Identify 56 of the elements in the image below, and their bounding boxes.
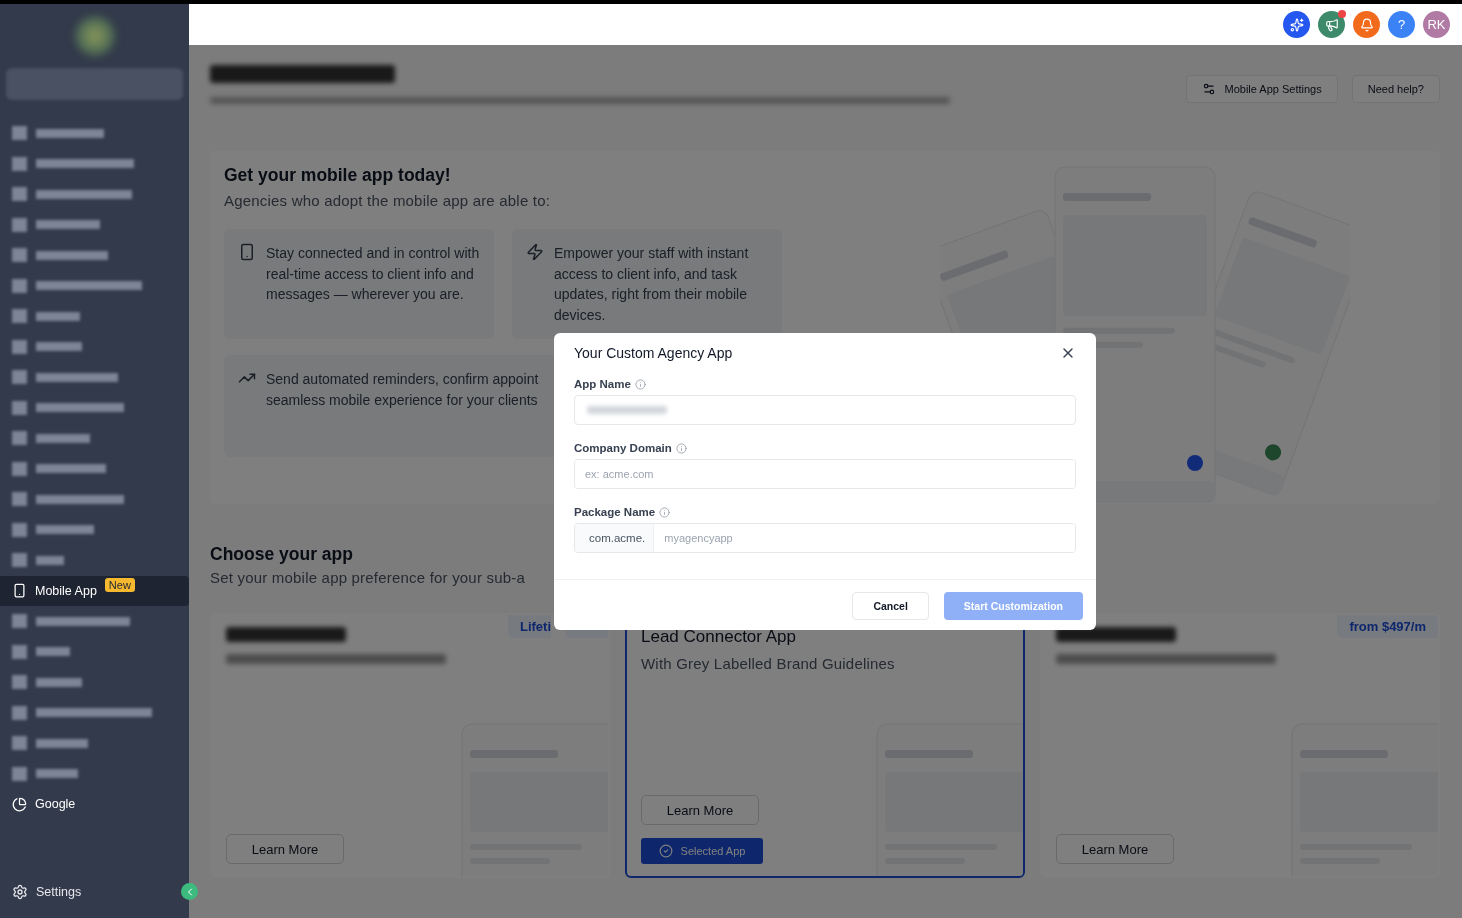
user-avatar[interactable]: RK — [1423, 11, 1450, 38]
collapse-button[interactable] — [181, 883, 198, 900]
package-name-field[interactable]: com.acme. myagencyapp — [574, 523, 1076, 553]
help-link-button[interactable]: Need help? — [1351, 75, 1440, 103]
field-label: Company Domain — [574, 442, 672, 454]
settings-link[interactable]: Settings — [12, 884, 82, 900]
feature-text: Stay connected and in control with real-time access to client info and messages — wherever you are. — [266, 244, 480, 304]
price-badge: from $497/m — [1337, 615, 1438, 638]
settings-icon — [12, 884, 28, 900]
nav-item[interactable]: Mobile App New — [0, 575, 189, 606]
sparkles-icon — [1289, 17, 1304, 32]
lightning-icon — [526, 243, 544, 261]
account-switcher[interactable] — [6, 68, 183, 100]
package-prefix: com.acme. — [575, 524, 655, 552]
help-button[interactable]: ? — [1388, 11, 1415, 38]
learn-more-button[interactable]: Learn More — [641, 795, 759, 825]
card-subtitle: With Grey Labelled Brand Guidelines — [641, 655, 896, 672]
phone-icon — [238, 243, 256, 261]
feature-text: Empower your staff with instant access to client info, and task updates, right from their mobile devices. — [554, 244, 750, 325]
new-badge: New — [104, 577, 135, 592]
notification-dot — [1338, 10, 1346, 18]
bell-icon — [1359, 17, 1374, 32]
feature-text: seamless mobile experience for your clients — [266, 390, 539, 410]
cancel-button[interactable]: Cancel — [852, 592, 929, 620]
learn-more-button[interactable]: Learn More — [226, 834, 344, 864]
mobile-app-settings-button[interactable]: Mobile App Settings — [1186, 75, 1338, 103]
nav-item[interactable]: Google — [0, 789, 189, 820]
logo-icon — [74, 16, 115, 56]
toggles-icon — [1202, 82, 1217, 96]
nav-label: Mobile App — [35, 583, 97, 598]
feature-text: Send automated reminders, confirm appoint — [266, 370, 539, 389]
pie-chart-icon — [12, 796, 27, 812]
megaphone-icon — [1324, 17, 1339, 32]
info-icon — [659, 506, 671, 518]
domain-field[interactable]: ex: acme.com — [574, 459, 1076, 489]
nav-label: Google — [35, 797, 76, 812]
notifications-button[interactable] — [1353, 11, 1380, 38]
info-icon — [634, 378, 646, 390]
section-title: Choose your app — [210, 544, 354, 565]
learn-more-button[interactable]: Learn More — [1056, 834, 1174, 864]
promo-subtitle: Agencies who adopt the mobile app are able to: — [224, 192, 552, 209]
section-subtitle: Set your mobile app preference for your sub-a — [210, 569, 526, 586]
card-title: Lead Connector App — [641, 627, 797, 647]
settings-label: Settings — [36, 885, 82, 899]
ai-button[interactable] — [1283, 11, 1310, 38]
check-circle-icon — [658, 844, 673, 858]
info-icon — [675, 442, 687, 454]
price-badge: Lifeti — [507, 615, 551, 638]
dialog-title: Your Custom Agency App — [574, 345, 733, 361]
field-label: Package Name — [574, 506, 656, 518]
selected-app-button[interactable]: Selected App — [641, 838, 763, 864]
field-label: App Name — [574, 378, 631, 390]
app-name-field[interactable] — [574, 395, 1076, 425]
promo-title: Get your mobile app today! — [224, 165, 452, 186]
announcements-button[interactable] — [1318, 11, 1345, 38]
phone-icon — [12, 583, 27, 599]
